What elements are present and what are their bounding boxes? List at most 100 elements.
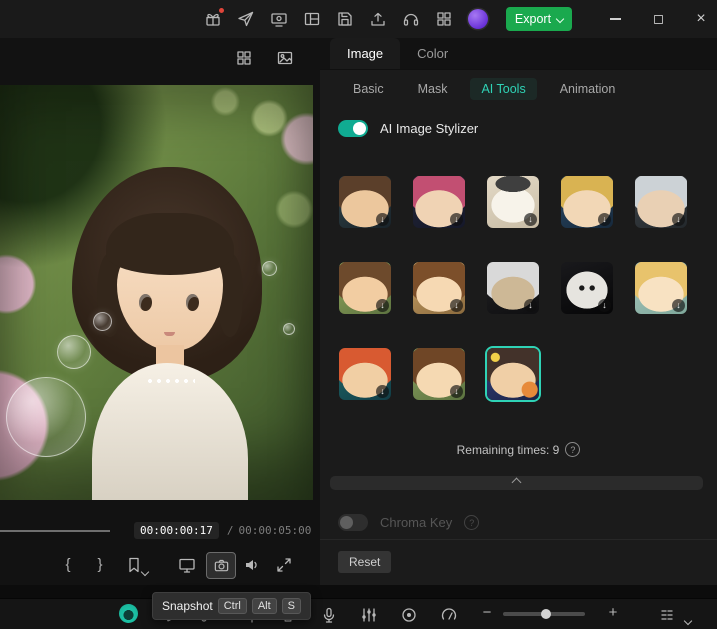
remaining-times-label: Remaining times: 9 <box>456 442 560 457</box>
ai-stylizer-toggle[interactable] <box>338 119 368 137</box>
grid-view-icon[interactable] <box>235 49 253 67</box>
zoom-out-button[interactable]: − <box>480 604 494 622</box>
style-thumbnail[interactable]: ↓ <box>339 262 391 314</box>
user-avatar[interactable] <box>468 9 488 29</box>
save-icon[interactable] <box>336 10 354 28</box>
chroma-key-row: Chroma Key ? <box>338 514 480 531</box>
download-icon: ↓ <box>524 299 537 312</box>
subtab-mask[interactable]: Mask <box>407 78 459 100</box>
close-button[interactable]: × <box>693 11 709 27</box>
style-thumbnail[interactable]: ↓ <box>339 176 391 228</box>
download-icon: ↓ <box>450 385 463 398</box>
chevron-up-icon <box>511 477 522 488</box>
style-thumbnail[interactable]: ↓ <box>413 348 465 400</box>
style-thumbnail[interactable]: ↓ <box>413 262 465 314</box>
style-thumbnail-selected[interactable] <box>487 348 539 400</box>
apps-grid-icon[interactable] <box>435 10 453 28</box>
timeline-toolbar: − + <box>0 598 717 629</box>
style-thumbnail[interactable]: ↓ <box>487 262 539 314</box>
download-icon: ↓ <box>598 213 611 226</box>
key-badge-ctrl: Ctrl <box>217 598 247 614</box>
preview-panel: 00:00:00:17 / 00:00:05:00 { } <box>0 38 320 585</box>
app-window: Export × 00:00:00:17 / 00:00:05:00 {} I… <box>0 0 717 629</box>
view-options-chevron-icon[interactable] <box>683 612 693 627</box>
download-icon: ↓ <box>672 299 685 312</box>
download-icon: ↓ <box>524 213 537 226</box>
download-icon: ↓ <box>672 213 685 226</box>
style-thumbnail[interactable]: ↓ <box>561 262 613 314</box>
style-thumbnail[interactable]: ↓ <box>561 176 613 228</box>
gift-icon[interactable] <box>204 8 224 28</box>
info-icon[interactable]: ? <box>565 442 581 457</box>
ai-stylizer-row: AI Image Stylizer <box>320 117 717 139</box>
remaining-times-row: Remaining times: 9 ? <box>320 442 717 457</box>
tab-image[interactable]: Image <box>330 38 401 69</box>
download-icon: ↓ <box>376 299 389 312</box>
key-badge-alt: Alt <box>251 598 277 614</box>
download-icon: ↓ <box>450 213 463 226</box>
art-bubble <box>6 377 86 457</box>
maximize-button[interactable] <box>650 11 666 27</box>
style-thumbnail[interactable]: ↓ <box>635 176 687 228</box>
thumbnail-row: ↓ ↓ ↓ ↓ ↓ <box>339 262 687 314</box>
tooltip-label: Snapshot <box>162 599 213 613</box>
chroma-key-toggle[interactable] <box>338 514 368 531</box>
speaker-icon[interactable] <box>243 556 261 574</box>
snapshot-button[interactable] <box>206 552 236 579</box>
reset-button[interactable]: Reset <box>338 551 392 573</box>
panel-layout-icon[interactable] <box>303 10 321 28</box>
download-icon: ↓ <box>450 299 463 312</box>
style-thumbnail[interactable]: ↓ <box>635 262 687 314</box>
collapse-section-button[interactable] <box>330 476 703 490</box>
seek-bar[interactable] <box>0 530 110 532</box>
style-thumbnail[interactable]: ↓ <box>339 348 391 400</box>
subtab-animation[interactable]: Animation <box>549 78 627 100</box>
art-bubble <box>283 323 295 335</box>
speed-icon[interactable] <box>440 606 458 624</box>
compare-media-icon[interactable] <box>276 49 294 67</box>
audio-mixer-icon[interactable] <box>360 606 378 624</box>
record-icon[interactable] <box>400 606 418 624</box>
chroma-key-label: Chroma Key <box>380 515 453 530</box>
send-icon[interactable] <box>237 10 255 28</box>
style-thumbnail[interactable]: ↓ <box>487 176 539 228</box>
preview-canvas[interactable] <box>0 85 313 500</box>
microphone-icon[interactable] <box>320 606 338 624</box>
chroma-info-icon[interactable]: ? <box>464 515 480 530</box>
export-dropdown-chevron-icon <box>555 14 565 24</box>
snapshot-tooltip: Snapshot Ctrl Alt S <box>152 592 312 620</box>
art-eye <box>139 294 152 311</box>
cloud-upload-icon[interactable] <box>369 10 387 28</box>
minimize-button[interactable] <box>607 11 623 27</box>
total-timecode: 00:00:05:00 <box>238 523 312 537</box>
headset-icon[interactable] <box>402 10 420 28</box>
art-pearl-necklace <box>147 378 195 384</box>
art-bubble <box>262 261 277 276</box>
style-thumbnail[interactable]: ↓ <box>413 176 465 228</box>
marker-dropdown-chevron-icon[interactable] <box>140 563 150 578</box>
panel-footer: Reset <box>320 539 717 585</box>
window-controls: × <box>607 0 709 38</box>
timecode-separator: / <box>226 523 234 537</box>
download-icon: ↓ <box>376 213 389 226</box>
display-mode-icon[interactable] <box>178 556 196 574</box>
track-view-icon[interactable] <box>658 606 676 624</box>
properties-panel: Image Color Basic Mask AI Tools Animatio… <box>320 38 717 585</box>
tab-color[interactable]: Color <box>400 38 465 69</box>
fullscreen-icon[interactable] <box>275 556 293 574</box>
ai-portrait-button[interactable] <box>119 604 138 623</box>
subtab-bar: Basic Mask AI Tools Animation <box>320 70 717 107</box>
zoom-slider-knob[interactable] <box>541 609 551 619</box>
current-timecode[interactable]: 00:00:00:17 <box>134 521 219 539</box>
key-badge-s: S <box>281 598 302 614</box>
mark-in-icon[interactable]: { <box>61 556 75 574</box>
export-button[interactable]: Export <box>506 7 572 31</box>
zoom-in-button[interactable]: + <box>606 604 620 622</box>
subtab-basic[interactable]: Basic <box>342 78 395 100</box>
art-bubble <box>57 335 91 369</box>
tab-bar: Image Color <box>320 38 717 70</box>
timeline-zoom-slider[interactable] <box>503 609 585 619</box>
subtab-ai-tools[interactable]: AI Tools <box>470 77 537 100</box>
screen-record-icon[interactable] <box>270 10 288 28</box>
mark-out-icon[interactable]: } <box>93 556 107 574</box>
